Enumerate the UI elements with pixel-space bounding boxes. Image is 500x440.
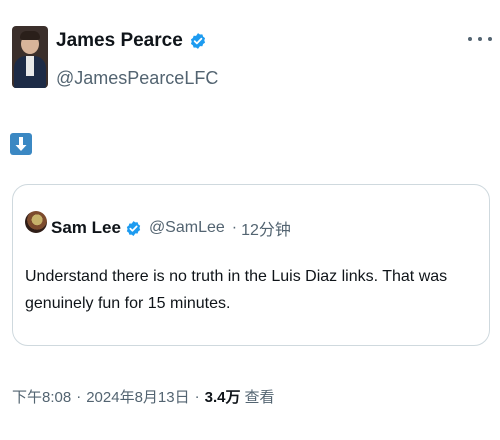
quoted-author-avatar[interactable] xyxy=(25,211,47,233)
separator-dot: · xyxy=(76,388,82,405)
down-arrow-emoji-icon xyxy=(10,133,32,155)
author-avatar[interactable] xyxy=(12,26,48,88)
quoted-author-handle[interactable]: @SamLee xyxy=(149,219,225,237)
views-label: 查看 xyxy=(244,389,275,406)
separator-dot: · xyxy=(194,388,200,405)
quoted-tweet-card[interactable]: Sam Lee @SamLee · 12分钟 Understand there … xyxy=(12,184,490,346)
tweet-meta: 下午8:08 · 2024年8月13日 · 3.4万 查看 xyxy=(12,386,274,407)
verified-badge-icon xyxy=(190,33,205,49)
quoted-author-name[interactable]: Sam Lee xyxy=(51,218,121,238)
verified-badge-icon xyxy=(126,220,141,236)
quoted-author-row: Sam Lee @SamLee · 12分钟 xyxy=(51,216,291,240)
dot-icon xyxy=(488,37,492,41)
quoted-time-ago[interactable]: 12分钟 xyxy=(241,216,291,240)
more-options-button[interactable] xyxy=(468,32,492,46)
tweet-date[interactable]: 2024年8月13日 xyxy=(86,386,189,407)
tweet: James Pearce @JamesPearceLFC Sam Lee @Sa… xyxy=(0,0,500,440)
author-handle[interactable]: @JamesPearceLFC xyxy=(56,68,218,89)
views-count[interactable]: 3.4万 xyxy=(205,386,241,407)
quoted-tweet-text: Understand there is no truth in the Luis… xyxy=(25,268,448,312)
author-name-row[interactable]: James Pearce xyxy=(56,30,207,52)
dot-icon xyxy=(478,37,482,41)
separator-dot: · xyxy=(231,219,238,236)
author-name[interactable]: James Pearce xyxy=(56,30,183,52)
dot-icon xyxy=(468,37,472,41)
tweet-time[interactable]: 下午8:08 xyxy=(12,386,71,407)
